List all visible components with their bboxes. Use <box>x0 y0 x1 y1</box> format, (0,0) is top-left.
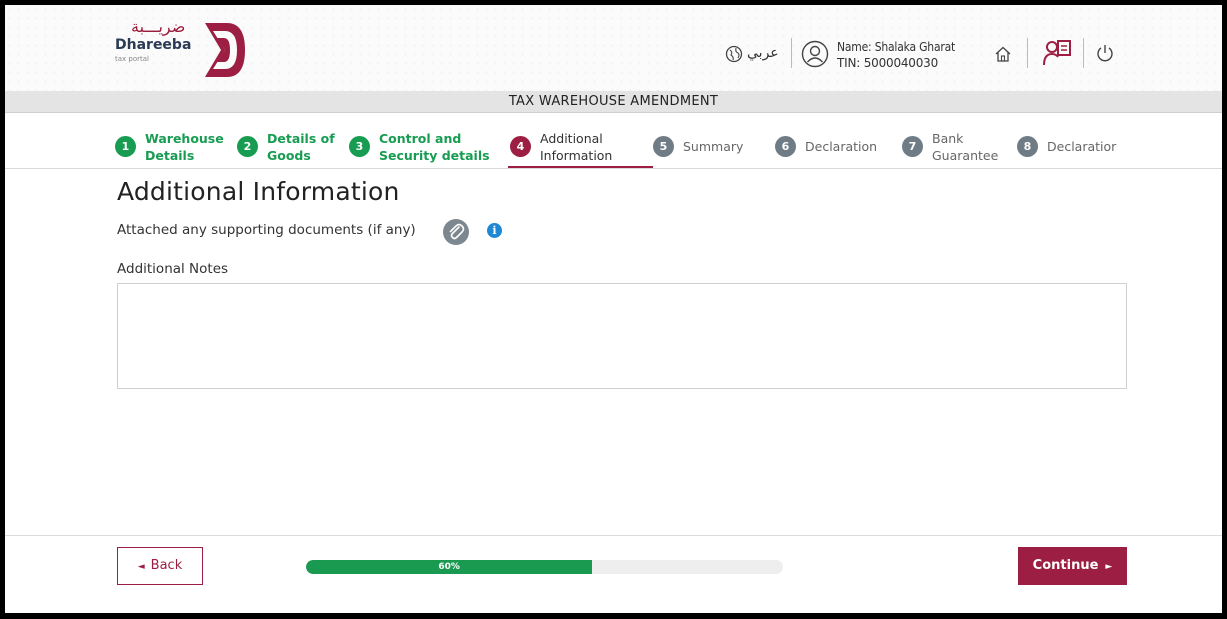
logo-subtitle: tax portal <box>115 55 149 63</box>
page-section-title: TAX WAREHOUSE AMENDMENT <box>5 91 1222 113</box>
progress-fill: 60% <box>306 560 593 574</box>
notes-label: Additional Notes <box>117 261 229 277</box>
back-button-label: Back <box>150 558 183 573</box>
divider <box>791 38 792 68</box>
header: ضريـــبة Dhareeba tax portal عربي Name: … <box>5 5 1222 91</box>
step-label: Warehouse <box>145 131 224 146</box>
step-label: Declaratior <box>1047 139 1117 154</box>
language-toggle[interactable]: عربي <box>747 45 779 61</box>
step-label: Guarantee <box>932 148 999 163</box>
additional-notes-field[interactable] <box>117 283 1127 389</box>
step-label: Details of <box>267 131 335 146</box>
step-number: 3 <box>349 136 370 157</box>
logo-arabic: ضريـــبة <box>131 17 186 36</box>
user-tin: TIN: 5000040030 <box>837 56 939 70</box>
step-label: Goods <box>267 148 311 163</box>
divider <box>1027 38 1028 68</box>
stepper: 1 Warehouse Details 2 Details of Goods 3 C… <box>5 113 1222 169</box>
user-name: Name: Shalaka Gharat <box>837 40 956 54</box>
footer-divider <box>5 535 1222 536</box>
logo-mark-icon <box>205 23 245 77</box>
continue-button-label: Continue <box>1032 558 1099 573</box>
attach-button[interactable] <box>443 219 469 245</box>
step-label: Bank <box>932 131 964 146</box>
progress-text: 60% <box>438 562 460 572</box>
step-label: Control and <box>379 131 462 146</box>
paperclip-icon <box>449 223 465 240</box>
logo-name: Dhareeba <box>115 37 192 53</box>
globe-icon[interactable] <box>725 45 743 63</box>
divider <box>1083 38 1084 68</box>
arrow-left-icon: ◄ <box>137 562 145 572</box>
active-step-indicator <box>508 166 653 168</box>
step-number: 6 <box>775 136 796 157</box>
user-icon[interactable] <box>801 40 829 68</box>
step-number: 7 <box>902 136 923 157</box>
step-number: 2 <box>237 136 258 157</box>
step-label: Summary <box>683 139 744 154</box>
power-icon[interactable] <box>1095 43 1115 63</box>
app-frame: ضريـــبة Dhareeba tax portal عربي Name: … <box>5 5 1222 613</box>
step-label: Details <box>145 148 195 163</box>
step-number: 5 <box>653 136 674 157</box>
back-button[interactable]: ◄ Back <box>117 547 203 585</box>
page-title: Additional Information <box>117 177 400 206</box>
attach-label: Attached any supporting documents (if an… <box>117 222 416 238</box>
step-number: 1 <box>115 136 136 157</box>
step-label: Information <box>540 148 613 163</box>
step-number: 8 <box>1017 136 1038 157</box>
home-icon[interactable] <box>994 45 1012 63</box>
info-icon[interactable]: i <box>487 223 502 238</box>
dashboard-icon[interactable] <box>1042 38 1072 68</box>
arrow-right-icon: ► <box>1105 562 1113 572</box>
logo[interactable]: ضريـــبة Dhareeba tax portal <box>115 17 265 87</box>
step-label: Additional <box>540 131 603 146</box>
continue-button[interactable]: Continue ► <box>1018 547 1127 585</box>
step-label: Security details <box>379 148 490 163</box>
step-label: Declaration <box>805 139 878 154</box>
step-number: 4 <box>510 136 531 157</box>
progress-bar: 60% <box>306 560 783 574</box>
